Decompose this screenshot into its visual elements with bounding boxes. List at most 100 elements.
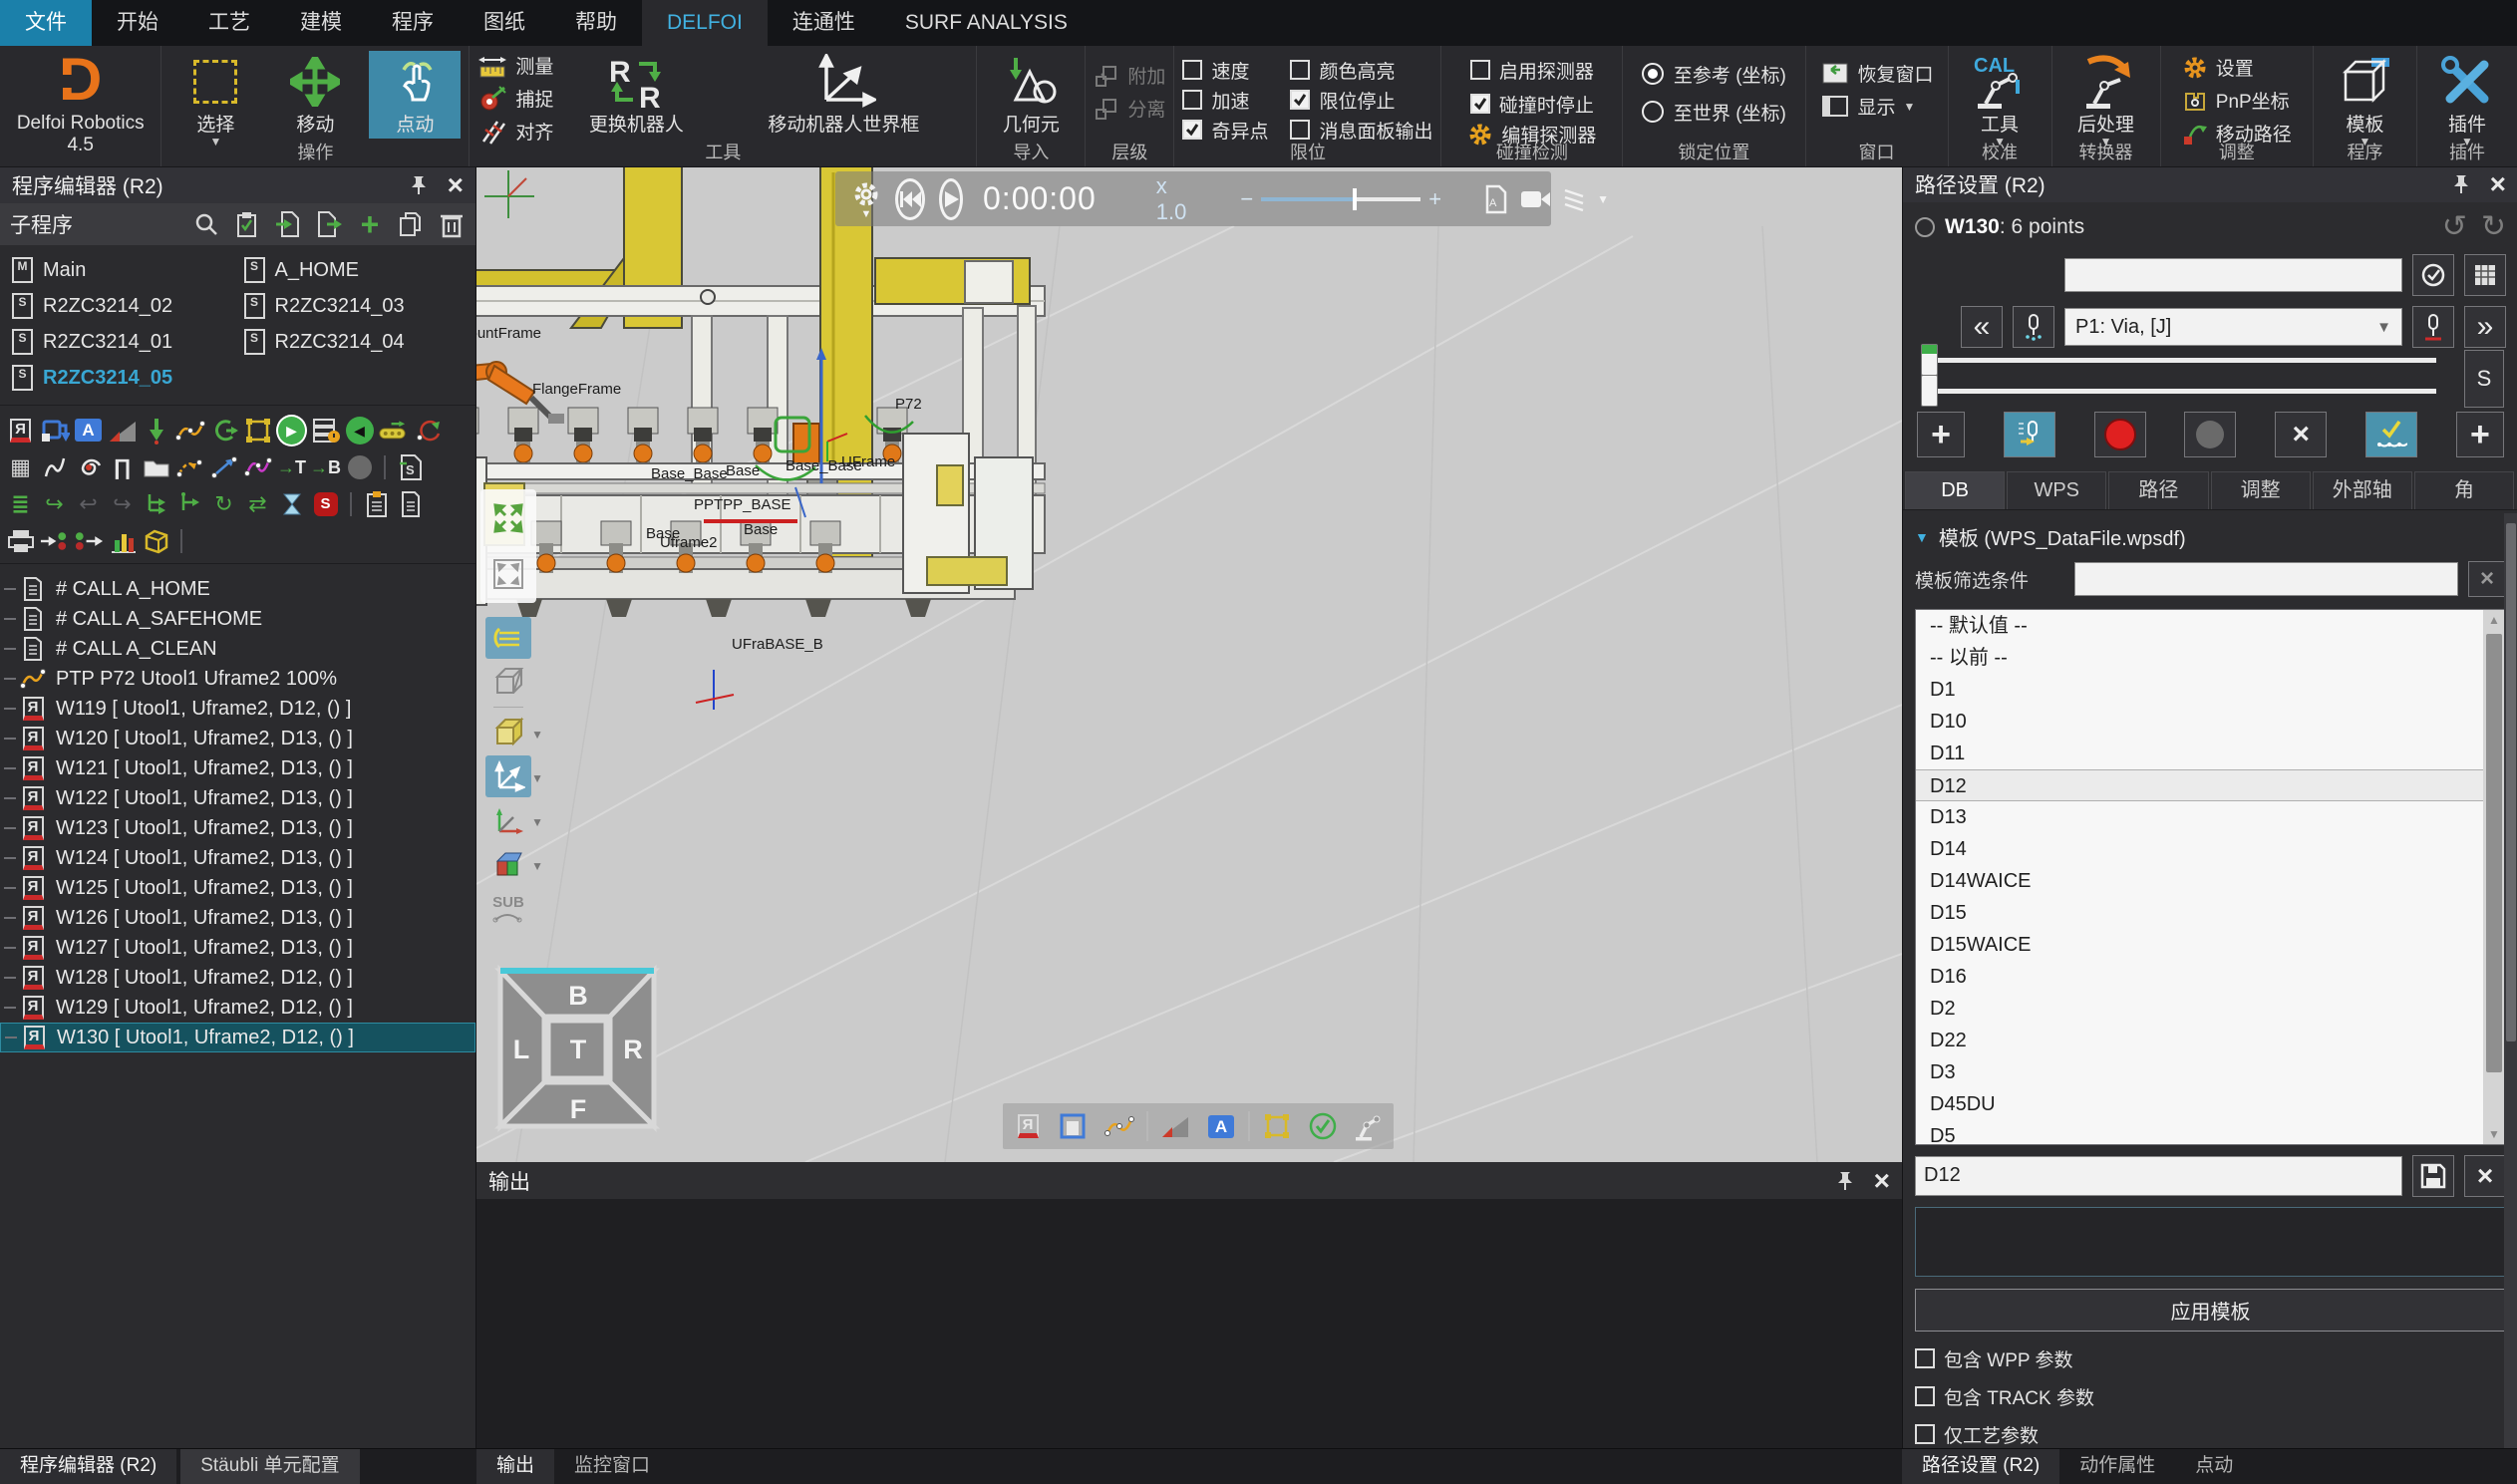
template-button[interactable]: 模板 ▼: [2320, 51, 2411, 148]
spiral-icon[interactable]: [73, 451, 104, 482]
rewind-button[interactable]: [895, 178, 925, 220]
move-button[interactable]: 移动: [269, 51, 361, 139]
paste-gray2-icon[interactable]: ↪: [107, 488, 138, 519]
menu-item-图纸[interactable]: 图纸: [459, 0, 550, 46]
display-item[interactable]: 显示 ▼: [1820, 92, 1934, 121]
printer-icon[interactable]: [5, 525, 36, 556]
checkbox-包含 WPP 参数[interactable]: 包含 WPP 参数: [1915, 1343, 2506, 1373]
grid-icon[interactable]: ▦: [5, 451, 36, 482]
statement-row[interactable]: # CALL A_CLEAN: [0, 634, 475, 664]
clear-filter-button[interactable]: ×: [2468, 561, 2506, 597]
template-description-area[interactable]: [1915, 1207, 2506, 1277]
subprogram-R2ZC3214_03[interactable]: SR2ZC3214_03: [238, 289, 471, 323]
statement-row[interactable]: PTP P72 Utool1 Uframe2 100%: [0, 664, 475, 694]
subprogram-R2ZC3214_05[interactable]: SR2ZC3214_05: [6, 361, 238, 395]
subprogram-R2ZC3214_02[interactable]: SR2ZC3214_02: [6, 289, 238, 323]
conveyor-icon[interactable]: [378, 415, 409, 445]
template-list-scrollbar[interactable]: ▲ ▼: [2483, 610, 2505, 1143]
template-name-input[interactable]: [1915, 1156, 2402, 1196]
jump-points-icon[interactable]: [174, 451, 205, 482]
settings-item[interactable]: 设置: [2182, 53, 2292, 82]
record-button[interactable]: [2094, 412, 2146, 457]
template-item-D12[interactable]: D12: [1916, 769, 2483, 801]
copy-icon[interactable]: [397, 210, 425, 238]
subprogram-R2ZC3214_04[interactable]: SR2ZC3214_04: [238, 325, 471, 359]
statement-row[interactable]: # CALL A_HOME: [0, 574, 475, 604]
statement-row[interactable]: ЯW121 [ Utool1, Uframe2, D13, () ]: [0, 753, 475, 783]
bottom-tab-输出[interactable]: 输出: [476, 1449, 554, 1484]
path-points-icon[interactable]: [1101, 1107, 1138, 1145]
swap-robot-button[interactable]: R R 更换机器人: [561, 51, 711, 139]
template-item-D15[interactable]: D15: [1916, 897, 2483, 929]
menu-item-DELFOI[interactable]: DELFOI: [642, 0, 768, 46]
template-item-D22[interactable]: D22: [1916, 1025, 2483, 1056]
jump-to-point-button[interactable]: [2013, 306, 2054, 348]
label-table-icon[interactable]: A: [1202, 1107, 1240, 1145]
transform-frame-icon[interactable]: [1258, 1107, 1296, 1145]
menu-item-SURF ANALYSIS[interactable]: SURF ANALYSIS: [880, 0, 1093, 46]
speed-minus-button[interactable]: −: [1240, 186, 1253, 212]
path-position-slider[interactable]: [1923, 358, 2436, 363]
statement-row[interactable]: ЯW119 [ Utool1, Uframe2, D12, () ]: [0, 694, 475, 724]
point-dropdown[interactable]: P1: Via, [J] ▼: [2064, 308, 2402, 346]
template-item-D14WAICE[interactable]: D14WAICE: [1916, 865, 2483, 897]
close-icon[interactable]: ×: [1874, 1171, 1890, 1191]
slope-limit-icon[interactable]: [107, 415, 138, 445]
transform-frame-icon[interactable]: [242, 415, 273, 445]
scroll-up-icon[interactable]: ▲: [2483, 610, 2505, 630]
loop-b-icon[interactable]: ↻: [208, 488, 239, 519]
template-filter-input[interactable]: [2074, 562, 2458, 596]
file-out-icon[interactable]: [315, 210, 343, 238]
circular-points-icon[interactable]: [242, 451, 273, 482]
select-button[interactable]: 选择 ▼: [169, 51, 261, 148]
bottom-tab-程序编辑器 (R2)[interactable]: 程序编辑器 (R2): [0, 1449, 176, 1484]
point-position-slider[interactable]: [1923, 389, 2436, 394]
hourglass-icon[interactable]: [276, 488, 307, 519]
template-item-D16[interactable]: D16: [1916, 961, 2483, 993]
s-button[interactable]: S: [2464, 350, 2504, 408]
template-item-D11[interactable]: D11: [1916, 738, 2483, 769]
checkbox-启用探测器[interactable]: 启用探测器: [1470, 55, 1594, 85]
paste-gray-icon[interactable]: ↩: [73, 488, 104, 519]
measure-item[interactable]: 测量: [477, 51, 553, 80]
part-box-icon[interactable]: [141, 525, 171, 556]
undo-icon[interactable]: ↺: [2442, 212, 2467, 242]
attach-item[interactable]: 附加: [1094, 61, 1165, 90]
template-item-D45DU[interactable]: D45DU: [1916, 1088, 2483, 1120]
close-icon[interactable]: ×: [2490, 174, 2506, 194]
statement-row[interactable]: ЯW120 [ Utool1, Uframe2, D13, () ]: [0, 724, 475, 753]
s-file-icon[interactable]: S: [395, 451, 426, 482]
spline-icon[interactable]: [39, 451, 70, 482]
cube-wire-icon[interactable]: [485, 661, 531, 703]
move-world-frame-button[interactable]: 移动机器人世界框: [719, 51, 968, 139]
menu-item-帮助[interactable]: 帮助: [550, 0, 642, 46]
export-pdf-icon[interactable]: A: [1483, 184, 1509, 214]
checkbox-包含 TRACK 参数[interactable]: 包含 TRACK 参数: [1915, 1381, 2506, 1411]
path-radio[interactable]: [1915, 217, 1935, 237]
io-in-icon[interactable]: [39, 525, 70, 556]
statement-row[interactable]: ЯW130 [ Utool1, Uframe2, D12, () ]: [0, 1023, 475, 1052]
view-cube[interactable]: B L T R F: [492, 963, 662, 1134]
template-item--- 以前 --[interactable]: -- 以前 --: [1916, 642, 2483, 674]
stats-bars-icon[interactable]: [107, 525, 138, 556]
verify-path-button[interactable]: [2365, 412, 2417, 457]
film-icon[interactable]: [1561, 186, 1587, 212]
template-item-D5[interactable]: D5: [1916, 1120, 2483, 1143]
tab-角[interactable]: 角: [2414, 471, 2514, 509]
template-item-D13[interactable]: D13: [1916, 801, 2483, 833]
delete-template-button[interactable]: ×: [2464, 1155, 2506, 1197]
weld-record-icon[interactable]: Я: [5, 415, 36, 445]
doc-page-icon[interactable]: [395, 488, 426, 519]
play-button[interactable]: [939, 178, 963, 220]
stop-icon[interactable]: S: [310, 488, 341, 519]
detach-item[interactable]: 分离: [1094, 94, 1165, 123]
add-point-before-button[interactable]: +: [1917, 412, 1965, 457]
to-t-icon[interactable]: →T: [276, 451, 307, 482]
pin-icon[interactable]: [1834, 1170, 1856, 1192]
green-lines-icon[interactable]: ≣: [5, 488, 36, 519]
pin-icon[interactable]: [2450, 173, 2472, 195]
tab-外部轴[interactable]: 外部轴: [2313, 471, 2412, 509]
circular-move-icon[interactable]: [208, 415, 239, 445]
checkbox-仅工艺参数[interactable]: 仅工艺参数: [1915, 1419, 2506, 1449]
statement-row[interactable]: ЯW124 [ Utool1, Uframe2, D13, () ]: [0, 843, 475, 873]
